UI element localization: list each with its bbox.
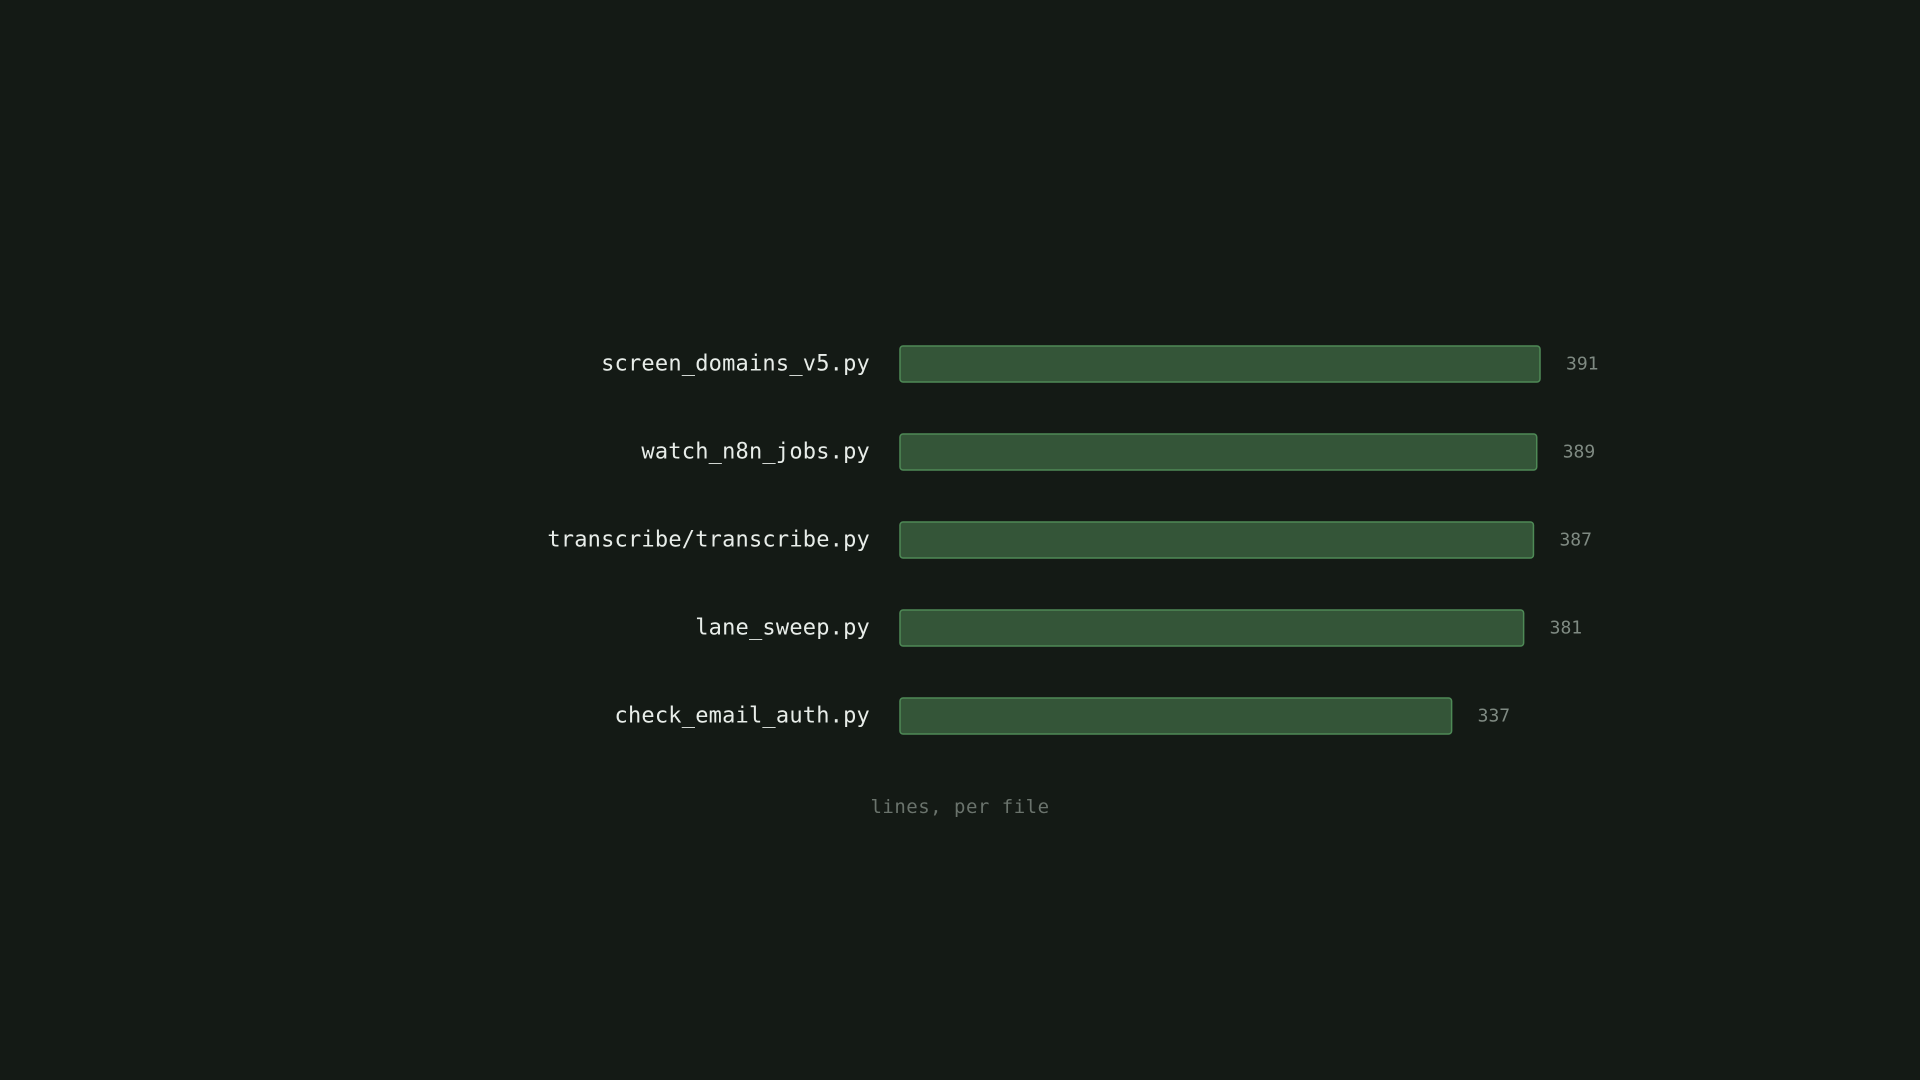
value-label: 381 xyxy=(1550,618,1583,639)
chart-canvas: screen_domains_v5.py 391 watch_n8n_jobs.py… xyxy=(0,0,1920,1080)
category-label: lane_sweep.py xyxy=(695,616,870,641)
value-label: 391 xyxy=(1566,354,1599,375)
category-label: check_email_auth.py xyxy=(615,704,870,729)
bar-chart: screen_domains_v5.py 391 watch_n8n_jobs.py… xyxy=(547,345,1599,735)
category-label: transcribe/transcribe.py xyxy=(547,528,870,553)
bar xyxy=(899,345,1541,383)
category-label: watch_n8n_jobs.py xyxy=(641,440,870,465)
bar xyxy=(899,697,1453,735)
value-label: 337 xyxy=(1478,706,1511,727)
bar xyxy=(899,433,1538,471)
chart-caption: lines, per file xyxy=(870,796,1050,818)
bar xyxy=(899,609,1525,647)
value-label: 387 xyxy=(1559,530,1592,551)
value-label: 389 xyxy=(1563,442,1596,463)
category-label: screen_domains_v5.py xyxy=(601,352,870,377)
bar xyxy=(899,521,1535,559)
